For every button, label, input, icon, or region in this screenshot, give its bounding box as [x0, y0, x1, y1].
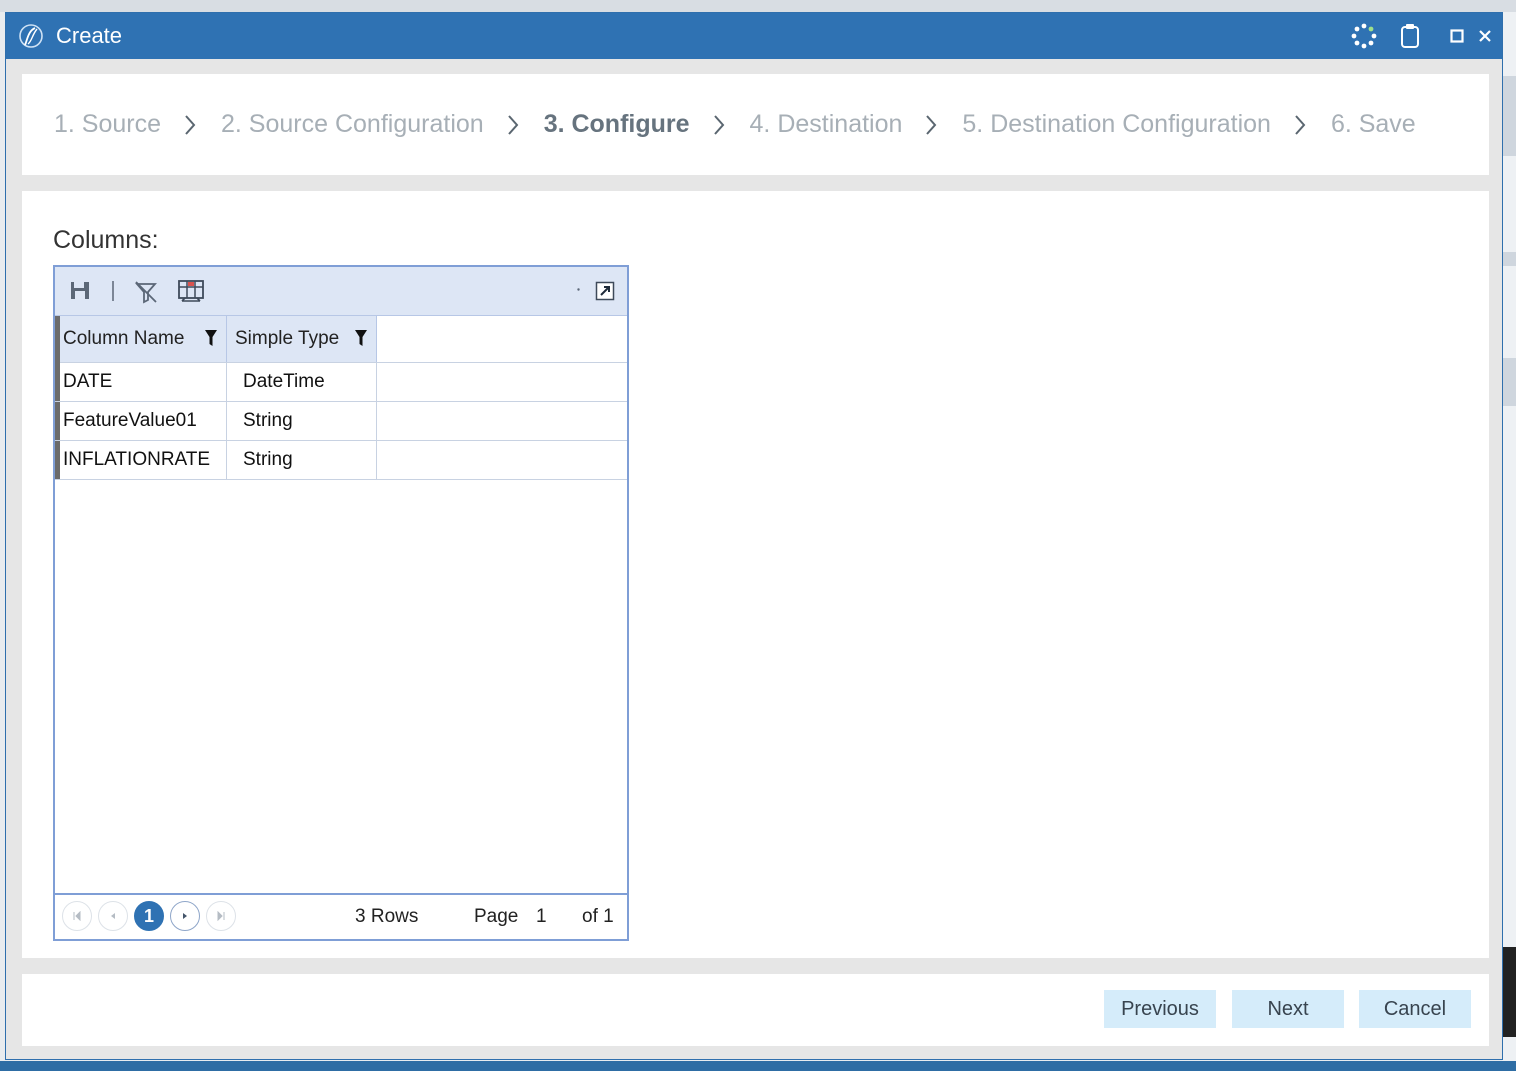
- columns-grid: Column Name Simple Type DATE DateTime Fe…: [53, 265, 629, 941]
- wizard-step-destination-configuration[interactable]: 5. Destination Configuration: [962, 110, 1271, 139]
- create-dialog: Create 1. Source 2. Source Configuration…: [5, 12, 1503, 1060]
- wizard-step-source[interactable]: 1. Source: [54, 110, 161, 139]
- chevron-right-icon: [185, 114, 196, 135]
- toolbar-separator: [111, 281, 115, 301]
- save-icon[interactable]: [69, 279, 91, 301]
- background-app-bar: [0, 1061, 1516, 1071]
- busy-spinner-icon: [1350, 22, 1378, 50]
- background-app-edge: [1502, 12, 1516, 1071]
- grid-pager: 1 3 Rows Page 1 of 1: [55, 893, 627, 939]
- cell-column-name[interactable]: INFLATIONRATE: [55, 441, 227, 479]
- wizard-steps: 1. Source 2. Source Configuration 3. Con…: [22, 74, 1489, 175]
- wizard-step-save[interactable]: 6. Save: [1331, 110, 1416, 139]
- wizard-step-configure[interactable]: 3. Configure: [544, 110, 690, 139]
- column-header-column-name[interactable]: Column Name: [55, 316, 227, 362]
- row-count: 3 Rows: [355, 906, 419, 927]
- clipboard-icon[interactable]: [1400, 23, 1420, 49]
- first-page-icon[interactable]: [62, 901, 92, 931]
- dialog-footer: Previous Next Cancel: [22, 974, 1489, 1046]
- cell-column-name[interactable]: DATE: [55, 363, 227, 401]
- wizard-step-destination[interactable]: 4. Destination: [750, 110, 903, 139]
- column-chooser-icon[interactable]: [177, 279, 205, 305]
- next-button[interactable]: Next: [1232, 990, 1344, 1028]
- dialog-titlebar[interactable]: Create: [6, 13, 1502, 59]
- background-app-strip: [0, 0, 1516, 12]
- table-row[interactable]: INFLATIONRATE String: [55, 441, 627, 480]
- previous-button[interactable]: Previous: [1104, 990, 1216, 1028]
- toolbar-dot: [577, 288, 580, 291]
- clear-filter-icon[interactable]: [133, 279, 159, 305]
- page-label: Page: [474, 906, 519, 927]
- table-row[interactable]: FeatureValue01 String: [55, 402, 627, 441]
- close-icon[interactable]: [1478, 29, 1492, 43]
- column-header-label: Simple Type: [235, 328, 340, 349]
- cell-column-name[interactable]: FeatureValue01: [55, 402, 227, 440]
- cell-simple-type[interactable]: String: [227, 402, 377, 440]
- chevron-right-icon: [1295, 114, 1306, 135]
- dialog-title: Create: [56, 23, 123, 48]
- previous-page-icon[interactable]: [98, 901, 128, 931]
- column-header-simple-type[interactable]: Simple Type: [227, 316, 377, 362]
- columns-label: Columns:: [53, 226, 159, 254]
- column-header-label: Column Name: [63, 328, 185, 349]
- current-page-button[interactable]: 1: [134, 901, 164, 931]
- table-row[interactable]: DATE DateTime: [55, 363, 627, 402]
- app-logo-icon: [19, 24, 43, 48]
- grid-header-row: Column Name Simple Type: [55, 316, 627, 363]
- maximize-icon[interactable]: [1450, 29, 1464, 43]
- chevron-right-icon: [507, 114, 519, 135]
- chevron-right-icon: [926, 114, 937, 135]
- page-total: of 1: [582, 906, 614, 927]
- cell-simple-type[interactable]: String: [227, 441, 377, 479]
- next-page-icon[interactable]: [170, 901, 200, 931]
- page-number-input[interactable]: 1: [536, 906, 547, 928]
- wizard-step-source-configuration[interactable]: 2. Source Configuration: [221, 110, 484, 139]
- chevron-right-icon: [713, 114, 724, 135]
- cell-simple-type[interactable]: DateTime: [227, 363, 377, 401]
- last-page-icon[interactable]: [206, 901, 236, 931]
- cancel-button[interactable]: Cancel: [1359, 990, 1471, 1028]
- expand-icon[interactable]: [595, 281, 615, 301]
- configure-content: Columns: Column Name Simple Type DATE Da…: [22, 191, 1489, 958]
- grid-toolbar: [55, 267, 627, 316]
- filter-icon[interactable]: [204, 329, 218, 347]
- filter-icon[interactable]: [354, 329, 368, 347]
